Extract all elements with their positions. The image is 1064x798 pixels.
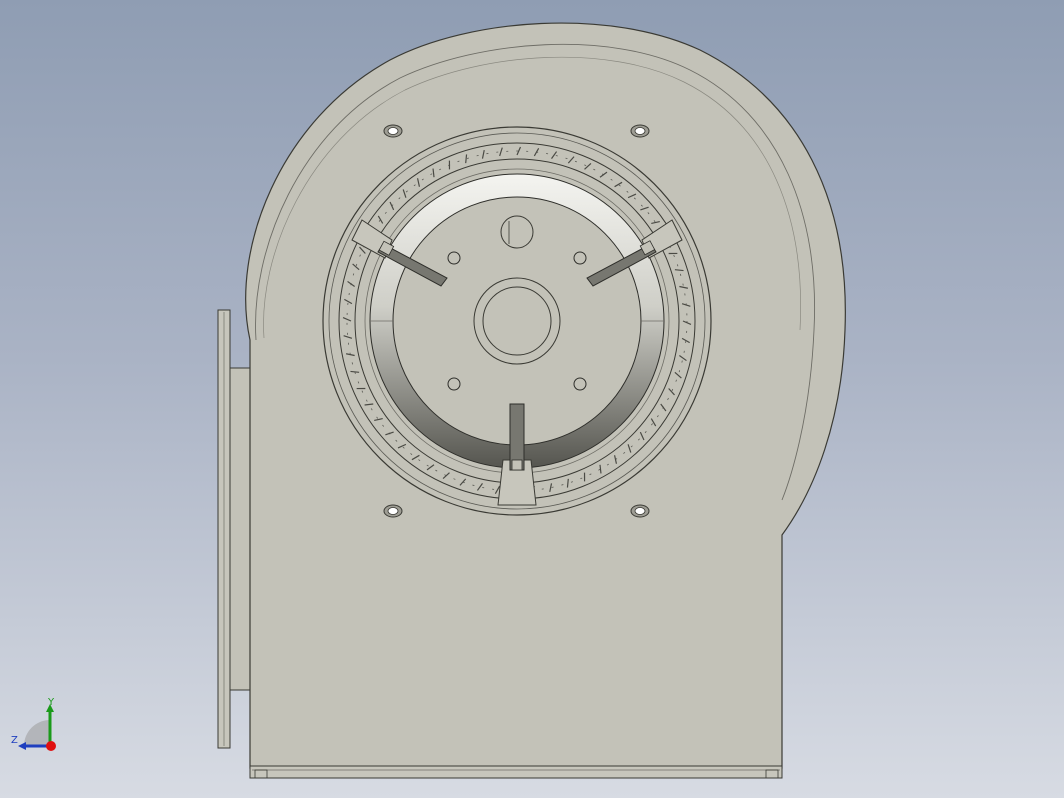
impeller-blade [566,478,569,488]
side-flange [217,309,251,749]
axis-y-label: Y [48,697,55,708]
impeller-blade [465,154,468,164]
triad-axes [18,704,56,751]
impeller-blade [350,370,360,373]
blower-model[interactable] [0,0,1064,798]
coordinate-triad: Y Z [8,698,68,758]
impeller-blade [674,269,684,272]
axis-z-label: Z [11,735,18,746]
graphics-viewport[interactable]: Y Z [0,0,1064,798]
